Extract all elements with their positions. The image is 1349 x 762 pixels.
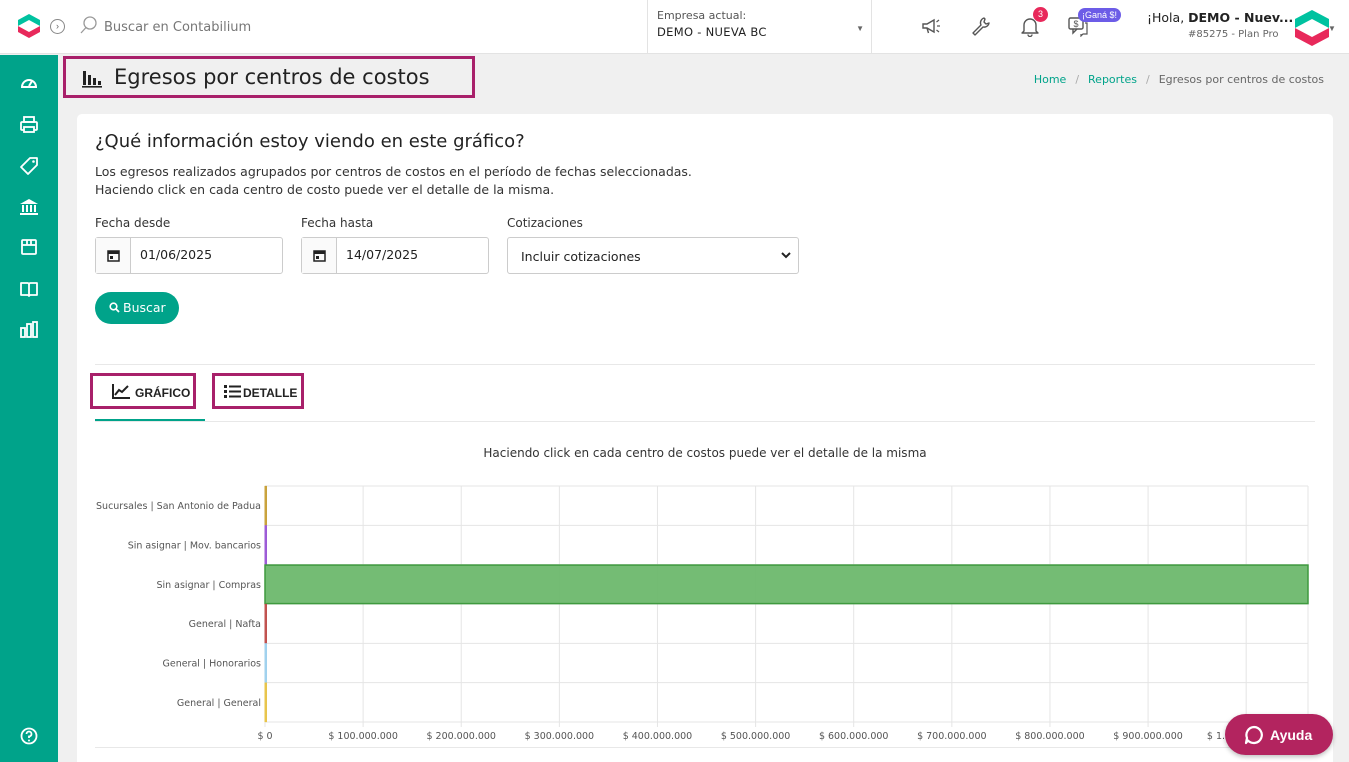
tag-icon[interactable] [19,156,39,176]
top-bar: › Empresa actual: DEMO - NUEVA BC ▼ 3 $ … [0,0,1349,54]
y-category-label: Sin asignar | Compras [156,580,261,591]
help-button-label: Ayuda [1270,727,1313,743]
tab-chart-label: GRÁFICO [135,386,191,400]
x-tick-label: $ 300.000.000 [525,731,595,742]
x-tick-label: $ 400.000.000 [623,731,693,742]
chart-note: Haciendo click en cada centro de costos … [483,446,927,460]
x-tick-label: $ 700.000.000 [917,731,987,742]
y-category-label: General | General [177,698,261,709]
search-icon [109,302,120,313]
sidebar-toggle-button[interactable]: › [50,19,65,34]
tab-chart[interactable]: GRÁFICO [90,373,196,409]
x-tick-label: $ 800.000.000 [1015,731,1085,742]
line-chart-icon [112,384,130,399]
chat-bubble-icon [1244,725,1263,745]
cost-center-bar-chart: $ 0 $ 100.000.000 $ 200.000.000 $ 300.000.0… [96,485,1309,742]
app-logo-icon[interactable] [16,13,42,39]
section-divider [95,364,1315,365]
x-tick-label: $ 900.000.000 [1113,731,1183,742]
company-selector[interactable]: Empresa actual: DEMO - NUEVA BC ▼ [647,0,872,54]
user-avatar-icon[interactable] [1292,8,1332,48]
breadcrumb-home-link[interactable]: Home [1034,73,1066,86]
x-tick-label: $ 600.000.000 [819,731,889,742]
promo-badge[interactable]: ¡Ganá $! [1078,8,1122,22]
bank-icon[interactable] [19,197,39,217]
date-from-input[interactable] [140,247,270,262]
chart-bottom-divider [95,747,1315,748]
y-category-label: Sin asignar | Mov. bancarios [128,541,261,552]
sidebar [0,55,58,762]
wrench-icon[interactable] [970,15,992,37]
date-from-field[interactable] [95,237,283,274]
breadcrumb-current: Egresos por centros de costos [1158,73,1324,86]
plan-info: #85275 - Plan Pro [1188,29,1279,40]
company-value: DEMO - NUEVA BC [657,25,767,39]
chart-bar [264,603,267,644]
help-button[interactable]: Ayuda [1225,714,1333,755]
chart-bar [264,643,267,683]
tab-detail[interactable]: DETALLE [212,373,304,409]
quotes-select[interactable]: Incluir cotizaciones [507,237,799,274]
svg-text:$: $ [1073,19,1078,29]
notification-badge: 3 [1033,7,1048,22]
chart-bar [264,564,1309,605]
quotes-label: Cotizaciones [507,216,583,230]
company-label: Empresa actual: [657,9,747,22]
box-icon[interactable] [19,237,39,257]
user-name: DEMO - Nuev... [1188,10,1294,25]
x-tick-label: $ 100.000.000 [328,731,398,742]
info-question: ¿Qué información estoy viendo en este gr… [95,131,525,152]
greeting-prefix: ¡Hola, [1147,10,1189,25]
search-button[interactable]: Buscar [95,292,179,324]
info-description-line-2: Haciendo click en cada centro de costo p… [95,182,555,197]
bar-chart-icon [82,71,102,88]
y-category-label: General | Nafta [189,619,261,630]
breadcrumb-reports-link[interactable]: Reportes [1088,73,1137,86]
chart-bar [264,485,267,526]
user-greeting[interactable]: ¡Hola, DEMO - Nuev... [1147,10,1293,25]
y-category-label: Sucursales | San Antonio de Padua [96,501,261,512]
calendar-icon[interactable] [96,238,131,273]
date-from-label: Fecha desde [95,216,171,230]
date-to-input[interactable] [346,247,476,262]
chart-bar [264,525,267,565]
quotes-selected-value: Incluir cotizaciones [521,249,641,264]
chevron-down-icon[interactable]: ▼ [1328,24,1336,33]
search-button-label: Buscar [123,300,166,315]
y-category-label: General | Honorarios [162,659,261,670]
x-tick-label: $ 200.000.000 [426,731,496,742]
breadcrumb-separator: / [1075,73,1080,86]
book-icon[interactable] [19,279,39,299]
megaphone-icon[interactable] [920,15,942,37]
search-icon [80,16,97,34]
chart-bar [264,682,267,723]
info-description-line-1: Los egresos realizados agrupados por cen… [95,164,692,179]
calendar-icon[interactable] [302,238,337,273]
search-input[interactable] [104,14,584,40]
x-tick-label: $ 500.000.000 [721,731,791,742]
x-tick-label: $ 0 [257,731,272,742]
help-circle-icon[interactable] [19,726,39,746]
page-title: Egresos por centros de costos [114,65,430,89]
page-title-highlight: Egresos por centros de costos [63,56,475,98]
chevron-down-icon: ▼ [856,24,864,33]
printer-icon[interactable] [19,115,39,135]
breadcrumb: Home / Reportes / Egresos por centros de cos… [1034,73,1324,86]
tab-detail-label: DETALLE [243,386,298,400]
breadcrumb-separator: / [1146,73,1150,86]
report-card: ¿Qué información estoy viendo en este gr… [77,114,1333,762]
list-icon [224,385,241,398]
date-to-label: Fecha hasta [301,216,374,230]
tabs-divider [95,421,1315,422]
reports-icon[interactable] [19,320,39,340]
dashboard-icon[interactable] [19,73,39,93]
chevron-down-icon [781,252,791,259]
date-to-field[interactable] [301,237,489,274]
